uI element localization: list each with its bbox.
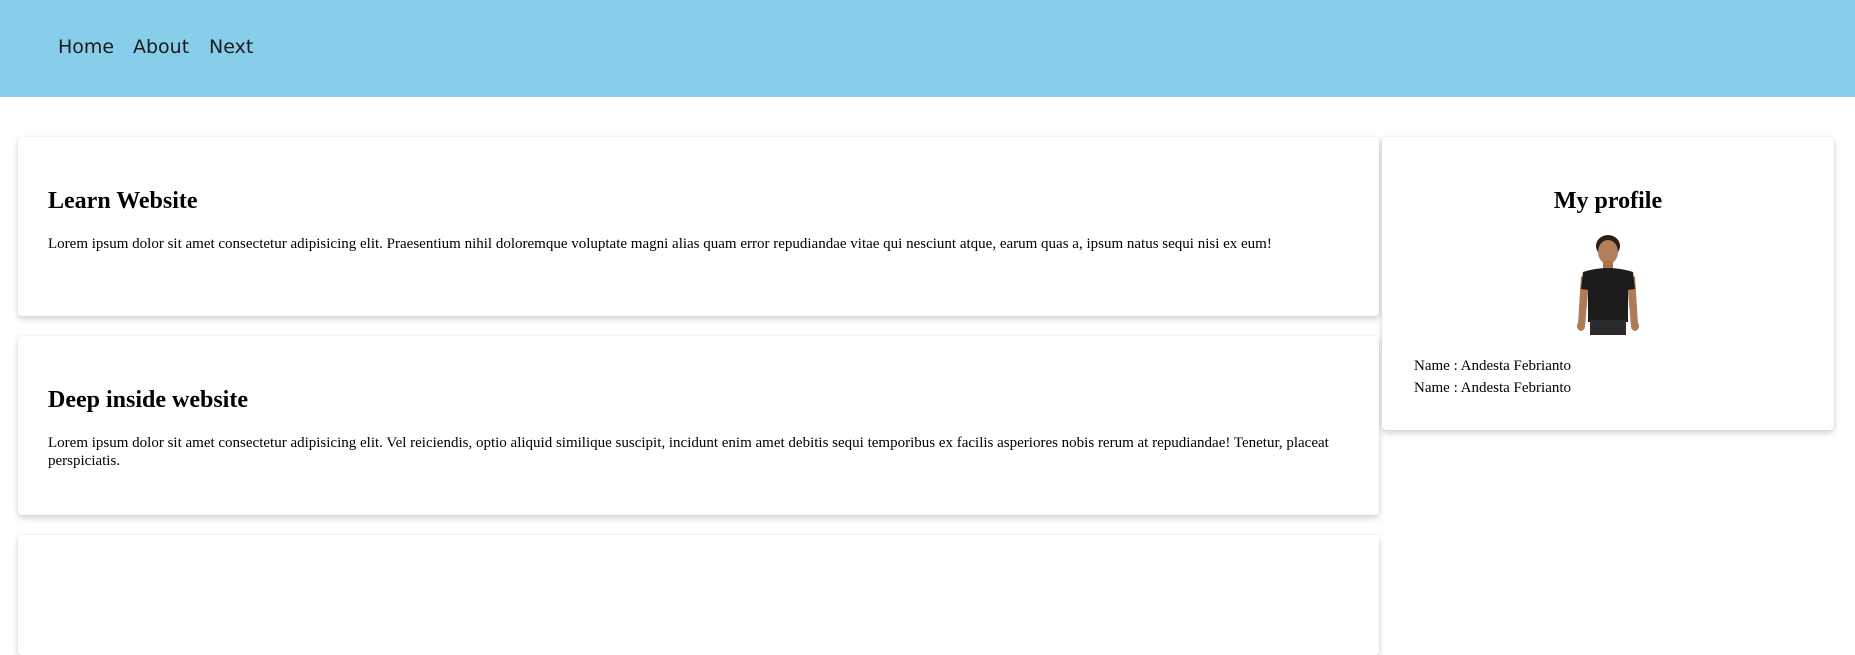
article-card: Learn Website Lorem ipsum dolor sit amet… (18, 137, 1379, 316)
profile-title: My profile (1553, 188, 1663, 214)
article-body: Lorem ipsum dolor sit amet consectetur a… (48, 236, 1272, 252)
top-navbar: Home About Next (0, 0, 1855, 97)
nav-link-home[interactable]: Home (58, 36, 114, 58)
article-title: Learn Website (48, 188, 198, 214)
profile-name-line: Name : Andesta Febrianto (1414, 358, 1572, 374)
article-body: Lorem ipsum dolor sit amet consectetur a… (48, 435, 1329, 469)
profile-name-line: Name : Andesta Febrianto (1414, 380, 1572, 396)
nav-link-about[interactable]: About (133, 36, 189, 58)
profile-avatar (1577, 235, 1639, 335)
nav-link-next[interactable]: Next (209, 36, 253, 58)
article-card (18, 535, 1379, 655)
profile-card: My profile Name : Andesta Febrianto Name… (1382, 137, 1834, 430)
article-card: Deep inside website Lorem ipsum dolor si… (18, 336, 1379, 515)
article-title: Deep inside website (48, 387, 248, 413)
